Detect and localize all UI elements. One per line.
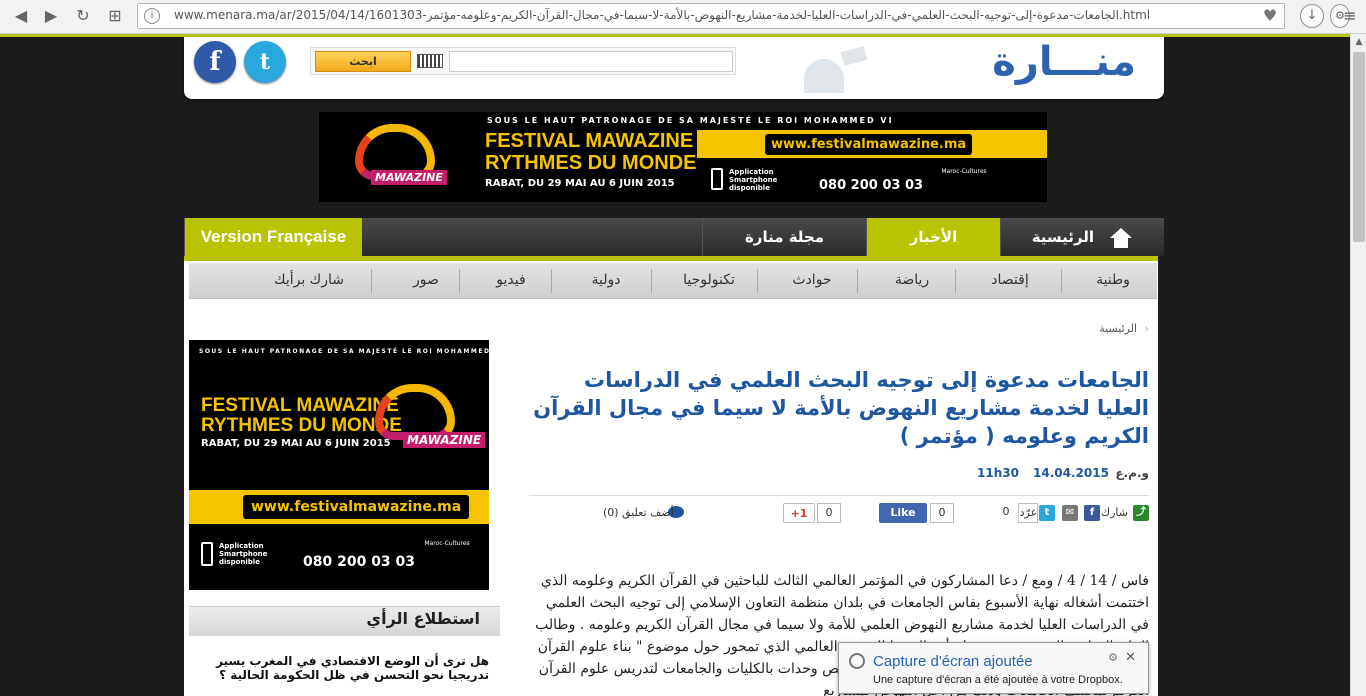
poll-header: استطلاع الرأي (189, 606, 500, 636)
nav-home[interactable]: الرئيسية (1000, 218, 1164, 256)
breadcrumb: ‹ الرئيسية (1099, 322, 1149, 335)
side-app-line-1: Application (219, 542, 264, 550)
mawazine-brand: MAWAZINE (371, 170, 447, 185)
site-info-icon[interactable]: i (144, 8, 160, 24)
festival-line-2: RYTHMES DU MONDE (485, 152, 697, 174)
fb-like-count: 0 (930, 503, 954, 523)
nav-home-label: الرئيسية (1031, 228, 1095, 246)
url-text[interactable]: www.menara.ma/ar/2015/04/14/1601303-الجا… (174, 8, 1150, 22)
subnav-photos[interactable]: صور (383, 263, 469, 299)
mawazine-logo: MAWAZINE (341, 120, 451, 198)
side-banner-ad[interactable]: SOUS LE HAUT PATRONAGE DE SA MAJESTÉ LE … (189, 340, 489, 590)
nav-version-francaise[interactable]: Version Française (184, 218, 362, 256)
side-mawazine-logo: MAWAZINE (365, 380, 486, 460)
side-ad-patronage: SOUS LE HAUT PATRONAGE DE SA MAJESTÉ LE … (199, 348, 489, 355)
subnav-international[interactable]: دولية (563, 263, 649, 299)
poll-heading: استطلاع الرأي (366, 609, 480, 628)
menu-icon[interactable]: ≡ (1340, 6, 1360, 26)
home-icon (1109, 227, 1133, 248)
bookmark-heart-icon[interactable]: ♥ (1260, 6, 1280, 26)
side-app-line-2: Smartphone (219, 550, 268, 558)
breadcrumb-home[interactable]: الرئيسية (1099, 322, 1137, 335)
side-ad-sponsor: Maroc-Cultures (424, 540, 470, 547)
scroll-up-icon[interactable]: ▲ (1351, 34, 1366, 50)
site-logo[interactable]: منـــارة (992, 39, 1136, 85)
address-bar[interactable]: i www.menara.ma/ar/2015/04/14/1601303-ال… (137, 3, 1285, 29)
download-icon[interactable]: ↓ (1300, 4, 1324, 28)
app-line-2: Smartphone (729, 176, 778, 184)
subnav-incidents[interactable]: حوادث (769, 263, 855, 299)
ad-dates: RABAT, DU 29 MAI AU 6 JUIN 2015 (485, 178, 675, 189)
notification-message: Une capture d'écran a été ajoutée à votr… (873, 674, 1123, 686)
secondary-nav: وطنية إقتصاد رياضة حوادث تكنولوجيا دولية… (189, 263, 1157, 299)
nav-news[interactable]: الأخبار (866, 218, 1000, 256)
subnav-economy[interactable]: إقتصاد (967, 263, 1053, 299)
subnav-technology[interactable]: تكنولوجيا (663, 263, 755, 299)
tweet-label[interactable]: غرّد (1018, 503, 1038, 523)
ad-website: www.festivalmawazine.ma (765, 134, 973, 155)
share-label: شارك (1101, 506, 1128, 519)
side-ad-dates: RABAT, DU 29 MAI AU 6 JUIN 2015 (201, 438, 391, 449)
ad-phone: 080 200 03 03 (819, 178, 924, 193)
dropbox-icon (849, 653, 865, 669)
twitter-icon[interactable]: t (244, 41, 286, 83)
dropbox-notification[interactable]: Capture d'écran ajoutée Une capture d'éc… (838, 642, 1149, 694)
side-smartphone-icon (201, 542, 213, 566)
ad-festival-name: FESTIVAL MAWAZINE RYTHMES DU MONDE (485, 130, 696, 174)
subnav-sports[interactable]: رياضة (869, 263, 955, 299)
side-ad-app-text: Application Smartphone disponible (219, 542, 267, 566)
side-ad-phone: 080 200 03 03 (303, 554, 416, 570)
app-line-1: Application (729, 168, 774, 176)
tweet-icon[interactable]: t (1039, 505, 1055, 521)
notification-title[interactable]: Capture d'écran ajoutée (873, 653, 1033, 671)
search-input[interactable] (449, 51, 733, 72)
forward-icon[interactable]: ▶ (40, 5, 62, 27)
back-icon[interactable]: ◀ (10, 5, 32, 27)
title-divider (529, 495, 1149, 496)
side-mawazine-brand: MAWAZINE (403, 432, 486, 448)
apps-grid-icon[interactable]: ⊞ (104, 5, 126, 27)
reload-icon[interactable]: ↻ (72, 5, 94, 27)
facebook-icon[interactable]: f (194, 41, 236, 83)
facebook-share-icon[interactable]: f (1084, 505, 1100, 521)
add-comment-link[interactable]: أضف تعليق (622, 506, 674, 526)
article-title: الجامعات مدعوة إلى توجيه البحث العلمي في… (533, 368, 1149, 448)
side-ad-website: www.festivalmawazine.ma (243, 495, 470, 519)
festival-line-1: FESTIVAL MAWAZINE (485, 130, 694, 152)
search-box: ابحث (310, 47, 736, 75)
poll-question: هل ترى أن الوضع الاقتصادي في المغرب يسير… (216, 654, 489, 682)
keyboard-icon[interactable] (417, 54, 443, 68)
primary-nav: Version Française مجلة منارة الأخبار الر… (184, 218, 1164, 256)
nav-magazine[interactable]: مجلة منارة (702, 218, 866, 256)
side-app-line-3: disponible (219, 558, 260, 566)
top-banner-ad[interactable]: SOUS LE HAUT PATRONAGE DE SA MAJESTÉ LE … (319, 112, 1047, 202)
share-icon[interactable]: ⤴ (1133, 505, 1149, 521)
app-line-3: disponible (729, 184, 770, 192)
search-button[interactable]: ابحث (315, 51, 411, 72)
article-source: و.م.ع (1115, 466, 1149, 480)
browser-toolbar: ◀ ▶ ↻ ⊞ i www.menara.ma/ar/2015/04/14/16… (0, 0, 1366, 34)
comment-count: (0) (603, 506, 619, 519)
ad-patronage: SOUS LE HAUT PATRONAGE DE SA MAJESTÉ LE … (487, 116, 894, 125)
ad-sponsor: Maroc-Cultures (941, 168, 987, 175)
article-time: 11h30 (977, 466, 1019, 480)
fb-like-button[interactable]: Like (879, 503, 927, 523)
article-date: 14.04.2015 (1033, 466, 1109, 480)
gplus-button[interactable]: +1 (783, 503, 815, 523)
email-icon[interactable]: ✉ (1062, 505, 1078, 521)
breadcrumb-arrow-icon: ‹ (1144, 322, 1149, 335)
settings-icon[interactable]: ⚙ (1108, 651, 1118, 664)
site-header: f t ابحث منـــارة (184, 37, 1164, 99)
subnav-video[interactable]: فيديو (471, 263, 551, 299)
tweet-count: 0 (998, 503, 1014, 523)
nav-accent-bar (184, 256, 1158, 261)
gplus-count: 0 (817, 503, 841, 523)
close-icon[interactable]: ✕ (1125, 650, 1136, 665)
vertical-scrollbar[interactable]: ▲ (1350, 34, 1366, 696)
scrollbar-thumb[interactable] (1353, 52, 1365, 242)
subnav-national[interactable]: وطنية (1073, 263, 1153, 299)
subnav-share-opinion[interactable]: شارك برأيك (249, 263, 369, 299)
logo-illustration (784, 45, 874, 95)
ad-app-text: Application Smartphone disponible (711, 168, 777, 192)
